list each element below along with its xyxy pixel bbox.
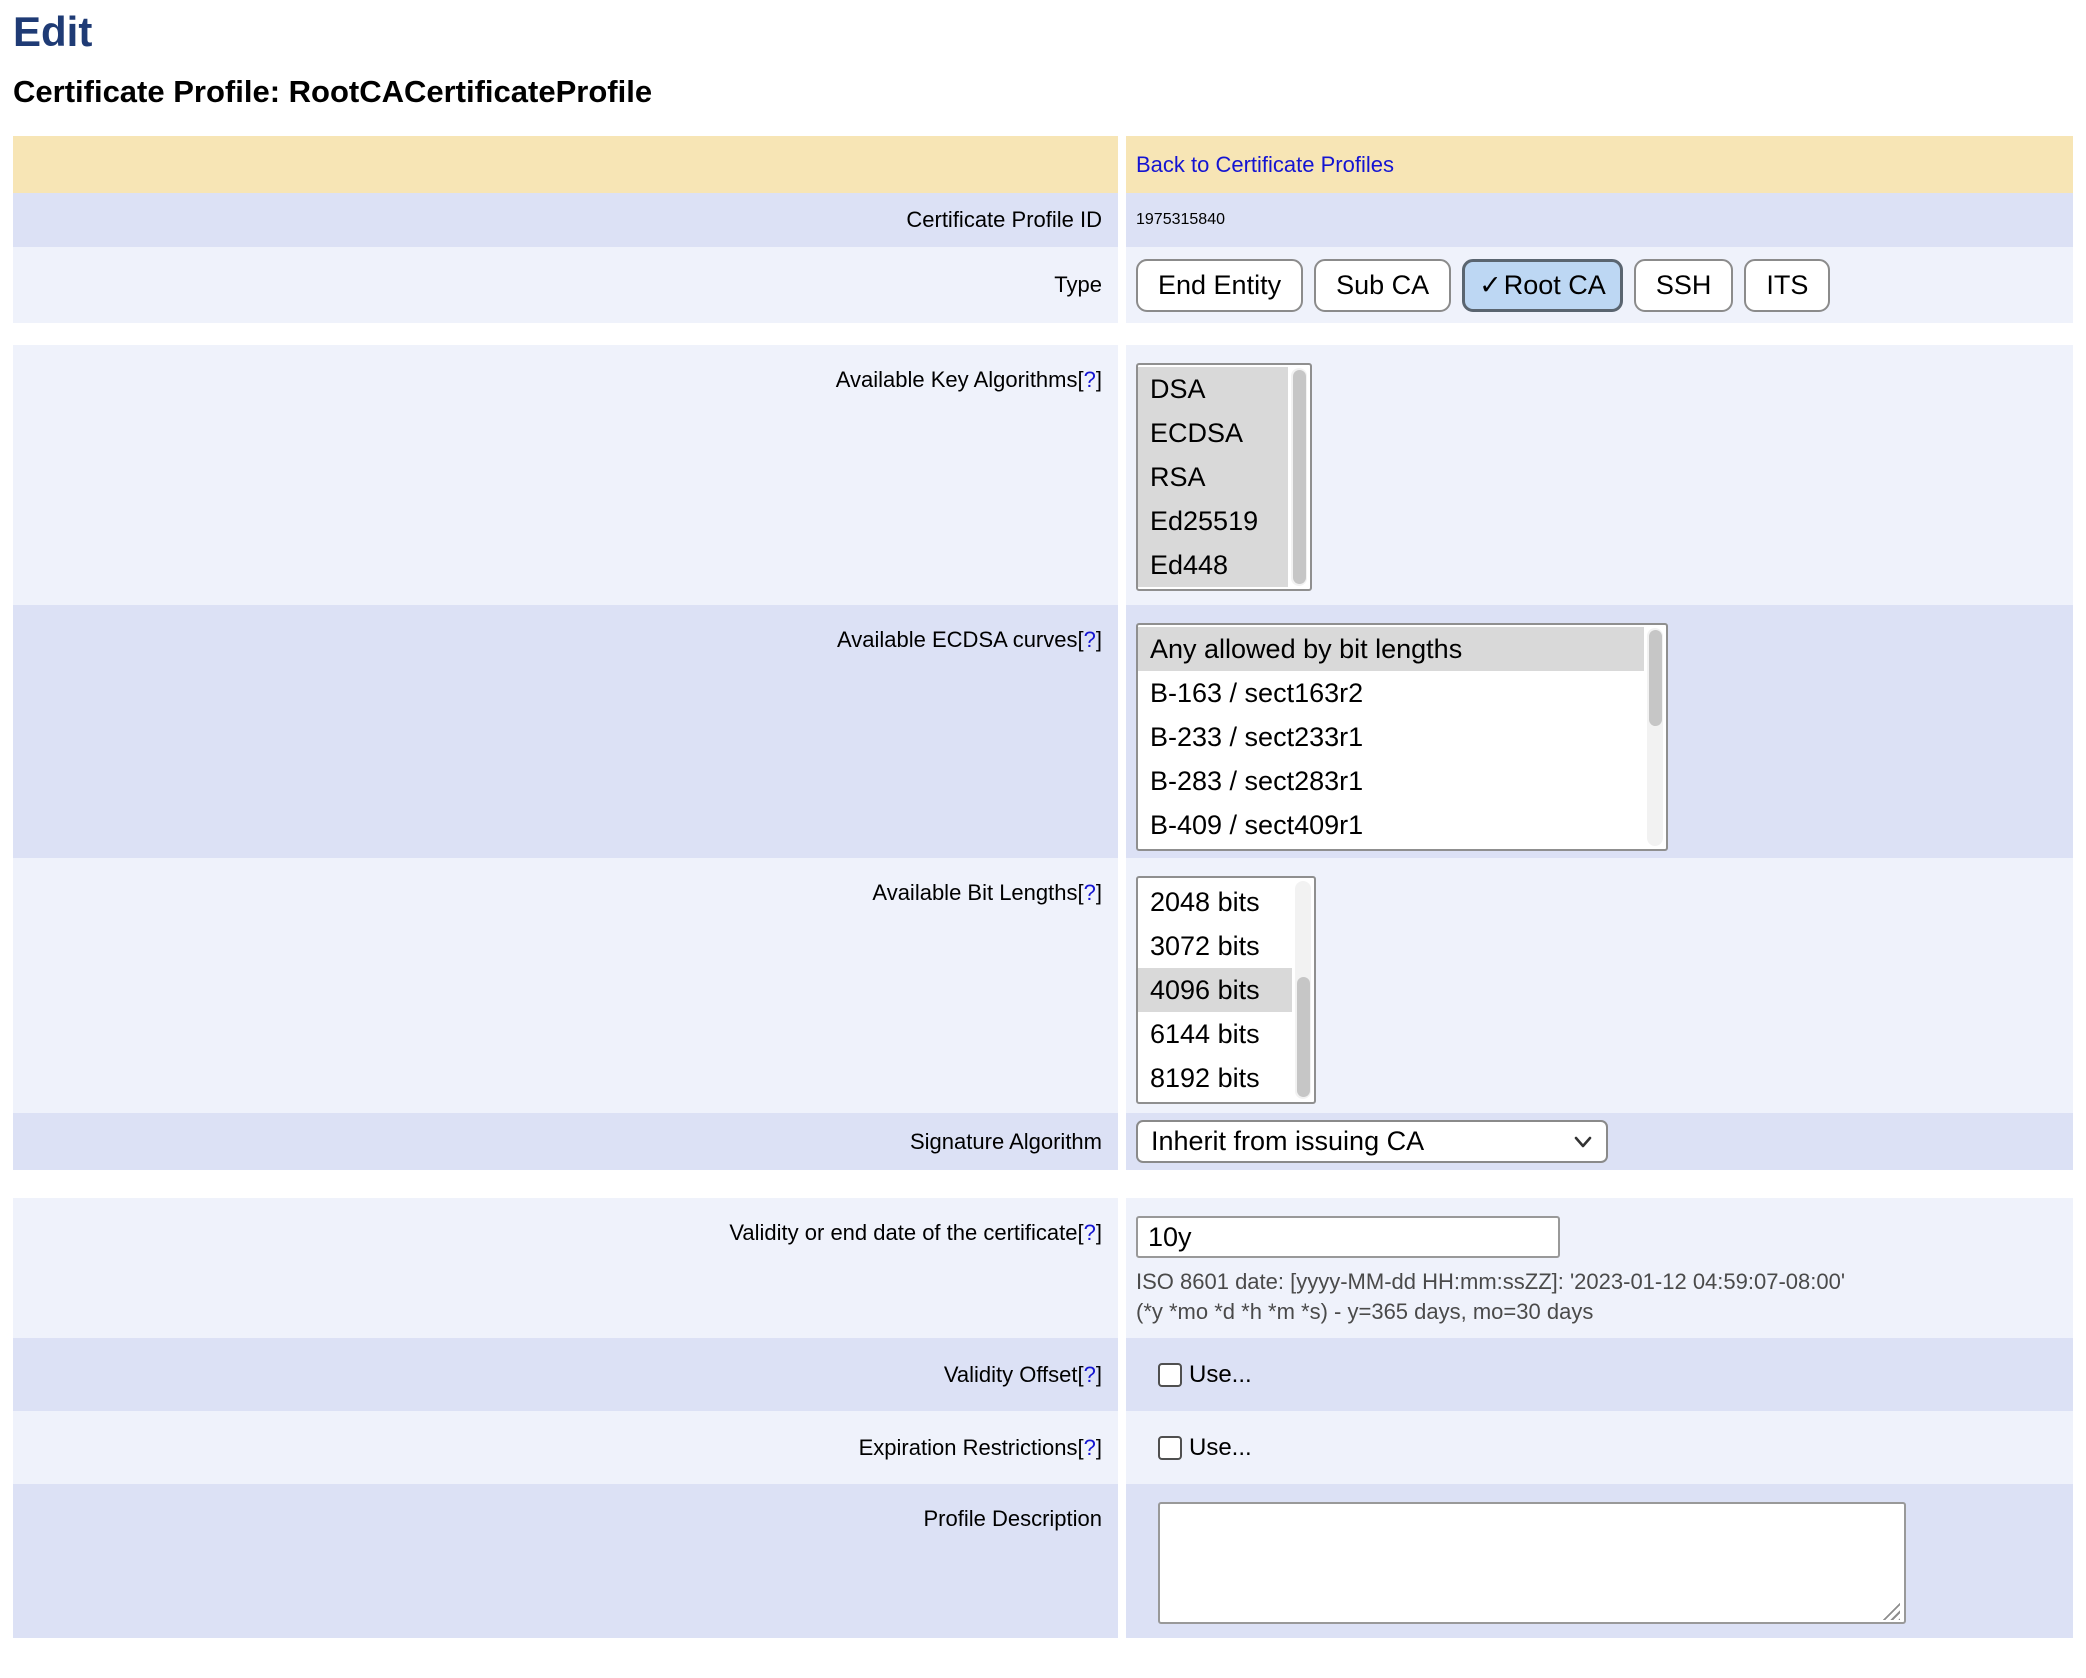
key-algorithms-row: Available Key Algorithms[?] DSA ECDSA RS… xyxy=(13,345,2073,605)
profile-description-row: Profile Description xyxy=(13,1484,2073,1638)
profile-id-value: 1975315840 xyxy=(1126,193,2073,247)
listbox-option[interactable]: Ed25519 xyxy=(1138,499,1288,543)
checkbox-icon xyxy=(1158,1363,1182,1387)
listbox-option[interactable]: RSA xyxy=(1138,455,1288,499)
listbox-option[interactable]: B-233 / sect233r1 xyxy=(1138,715,1644,759)
type-button-end-entity[interactable]: End Entity xyxy=(1136,259,1303,312)
page-subtitle: Certificate Profile: RootCACertificatePr… xyxy=(13,74,2073,110)
ecdsa-curves-label: Available ECDSA curves[?] xyxy=(13,605,1118,858)
validity-row: Validity or end date of the certificate[… xyxy=(13,1198,2073,1338)
form-header-left xyxy=(13,136,1118,193)
page-title: Edit xyxy=(13,8,2073,56)
checkmark-icon: ✓ xyxy=(1479,270,1502,300)
listbox-option[interactable]: ECDSA xyxy=(1138,411,1288,455)
listbox-option[interactable]: B-409 / sect409r1 xyxy=(1138,803,1644,847)
form-header-row: Back to Certificate Profiles xyxy=(13,136,2073,193)
profile-description-textarea[interactable] xyxy=(1158,1502,1906,1624)
scrollbar[interactable] xyxy=(1647,628,1663,846)
key-algorithms-listbox[interactable]: DSA ECDSA RSA Ed25519 Ed448 xyxy=(1136,363,1312,591)
profile-id-row: Certificate Profile ID 1975315840 xyxy=(13,193,2073,247)
validity-offset-help-link[interactable]: ? xyxy=(1084,1362,1096,1387)
listbox-option[interactable]: B-283 / sect283r1 xyxy=(1138,759,1644,803)
validity-offset-row: Validity Offset[?] Use... xyxy=(13,1338,2073,1411)
listbox-option[interactable]: 3072 bits xyxy=(1138,924,1292,968)
ecdsa-curves-listbox[interactable]: Any allowed by bit lengths B-163 / sect1… xyxy=(1136,623,1668,851)
listbox-option[interactable]: 4096 bits xyxy=(1138,968,1292,1012)
type-button-sub-ca[interactable]: Sub CA xyxy=(1314,259,1451,312)
certificate-profile-form: Back to Certificate Profiles Certificate… xyxy=(13,136,2073,1638)
type-button-root-ca[interactable]: ✓Root CA xyxy=(1462,259,1623,312)
type-label: Type xyxy=(13,247,1118,323)
bit-lengths-label: Available Bit Lengths[?] xyxy=(13,858,1118,1113)
listbox-option[interactable]: 2048 bits xyxy=(1138,880,1292,924)
listbox-option[interactable]: B-163 / sect163r2 xyxy=(1138,671,1644,715)
type-button-ssh[interactable]: SSH xyxy=(1634,259,1734,312)
listbox-option[interactable]: Any allowed by bit lengths xyxy=(1138,627,1644,671)
spacer xyxy=(13,1170,2073,1198)
key-algorithms-label: Available Key Algorithms[?] xyxy=(13,345,1118,605)
spacer xyxy=(13,323,2073,345)
form-header-right: Back to Certificate Profiles xyxy=(1126,136,2073,193)
listbox-option[interactable]: Ed448 xyxy=(1138,543,1288,587)
certificate-profile-edit-page: Edit Certificate Profile: RootCACertific… xyxy=(0,0,2086,1638)
signature-algorithm-row: Signature Algorithm Inherit from issuing… xyxy=(13,1113,2073,1170)
scrollbar[interactable] xyxy=(1295,881,1311,1099)
expiration-restrictions-help-link[interactable]: ? xyxy=(1084,1435,1096,1460)
profile-id-label: Certificate Profile ID xyxy=(13,193,1118,247)
bit-lengths-help-link[interactable]: ? xyxy=(1084,880,1096,905)
signature-algorithm-label: Signature Algorithm xyxy=(13,1113,1118,1170)
validity-hint: ISO 8601 date: [yyyy-MM-dd HH:mm:ssZZ]: … xyxy=(1136,1267,1845,1327)
profile-description-label: Profile Description xyxy=(13,1484,1118,1638)
validity-label: Validity or end date of the certificate[… xyxy=(13,1198,1118,1338)
validity-help-link[interactable]: ? xyxy=(1084,1220,1096,1245)
checkbox-icon xyxy=(1158,1436,1182,1460)
key-algorithms-help-link[interactable]: ? xyxy=(1084,367,1096,392)
expiration-restrictions-row: Expiration Restrictions[?] Use... xyxy=(13,1411,2073,1484)
ecdsa-curves-row: Available ECDSA curves[?] Any allowed by… xyxy=(13,605,2073,858)
expiration-restrictions-label: Expiration Restrictions[?] xyxy=(13,1411,1118,1484)
scrollbar[interactable] xyxy=(1291,368,1307,586)
back-to-certificate-profiles-link[interactable]: Back to Certificate Profiles xyxy=(1136,152,1394,178)
validity-offset-use-checkbox[interactable]: Use... xyxy=(1158,1361,1252,1389)
bit-lengths-listbox[interactable]: 2048 bits 3072 bits 4096 bits 6144 bits … xyxy=(1136,876,1316,1104)
type-row: Type End Entity Sub CA ✓Root CA SSH ITS xyxy=(13,247,2073,323)
type-button-its[interactable]: ITS xyxy=(1744,259,1830,312)
bit-lengths-row: Available Bit Lengths[?] 2048 bits 3072 … xyxy=(13,858,2073,1113)
listbox-option[interactable]: 8192 bits xyxy=(1138,1056,1292,1100)
chevron-down-icon xyxy=(1574,1136,1592,1148)
listbox-option[interactable]: DSA xyxy=(1138,367,1288,411)
listbox-option[interactable]: 6144 bits xyxy=(1138,1012,1292,1056)
type-button-group: End Entity Sub CA ✓Root CA SSH ITS xyxy=(1136,259,1830,312)
expiration-restrictions-use-checkbox[interactable]: Use... xyxy=(1158,1434,1252,1462)
validity-input[interactable] xyxy=(1136,1216,1560,1258)
validity-offset-label: Validity Offset[?] xyxy=(13,1338,1118,1411)
ecdsa-curves-help-link[interactable]: ? xyxy=(1084,627,1096,652)
signature-algorithm-select[interactable]: Inherit from issuing CA xyxy=(1136,1120,1608,1163)
